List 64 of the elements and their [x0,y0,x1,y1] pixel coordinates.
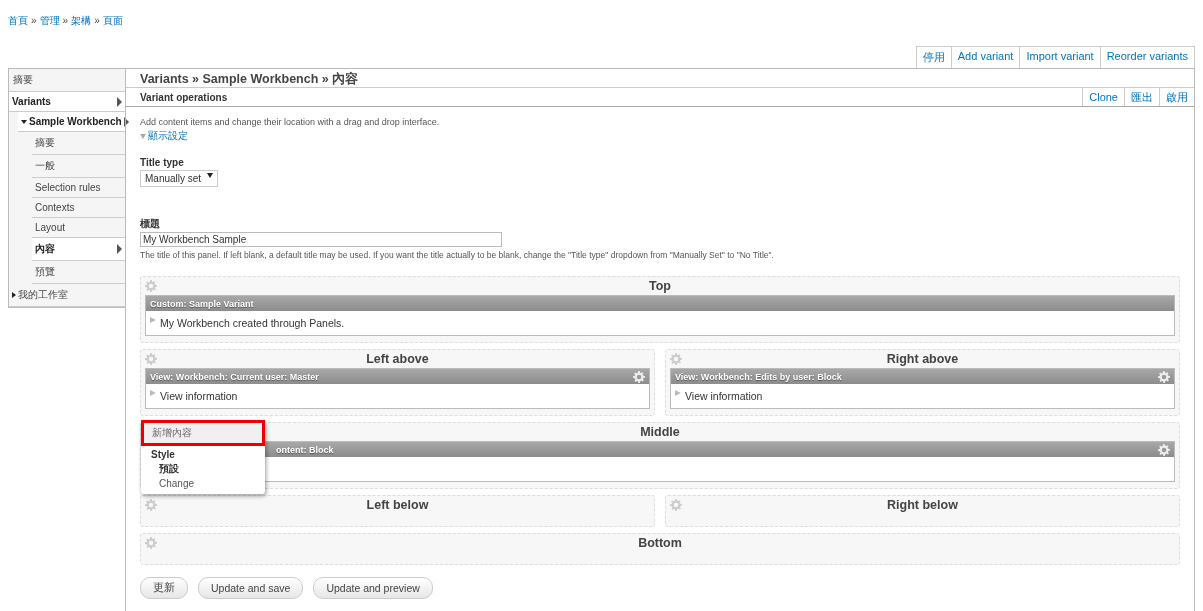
field-label: Title type [140,157,184,168]
form-button[interactable]: 更新 [140,577,188,599]
pane-title: View: Workbench: Current user: Master [150,371,319,382]
region-title: Top [649,279,671,293]
title-type-dropdown[interactable]: Manually set [140,170,219,187]
form-button[interactable]: Update and preview [313,577,433,599]
region-title: Left below [366,498,429,512]
expand-icon[interactable] [675,390,681,396]
gear-icon[interactable] [145,499,157,511]
action-tab[interactable]: Reorder variants [1099,46,1195,68]
pane-content: My Workbench created through Panels. [160,317,345,329]
menu-item[interactable]: 新增內容 [141,420,265,446]
pane-title: View: Workbench: Edits by user: Block [675,371,842,382]
expand-icon[interactable] [150,390,156,396]
sidebar-item[interactable]: 預覽 [32,261,125,284]
menu-item[interactable]: 預設 [141,461,265,477]
breadcrumb-separator: » [30,15,38,26]
action-link[interactable]: 啟用 [1159,88,1194,106]
arrow-icon [117,96,122,107]
gear-icon[interactable] [670,499,682,511]
field-label: 標題 [140,217,160,231]
sidebar-item[interactable]: 摘要 [32,132,125,155]
sidebar-item[interactable]: 我的工作室 [9,284,125,307]
action-link[interactable]: Clone [1082,88,1124,106]
pane-title: Custom: Sample Variant [150,298,254,309]
arrow-icon [117,244,122,254]
section-title: Variant operations [139,91,228,103]
breadcrumb-link[interactable]: 架構 [71,15,92,26]
menu-item[interactable]: Change [141,477,265,490]
action-tab[interactable]: 停用 [915,46,952,68]
description: Add content items and change their location with a drag and drop interface. [140,117,441,127]
breadcrumb-link[interactable]: 首頁 [8,15,28,26]
region-title: Middle [640,425,680,439]
gear-icon[interactable] [145,353,157,365]
page-title: Variants » Sample Workbench » 內容 [126,69,1194,88]
help-text: The title of this panel. If left blank, a default title may be used. If you want the title actually to be blank, change the "Title type" dropdown from "Manually Set" to "No Title". [140,250,775,260]
region-title: Bottom [638,536,682,550]
form-button[interactable]: Update and save [198,577,304,599]
region-title: Right above [886,352,959,366]
gear-icon[interactable] [1158,443,1170,456]
sidebar-item[interactable]: 內容 [32,238,125,261]
region-title: Left above [366,352,429,366]
display-settings-link[interactable]: 顯示設定 [140,130,188,143]
title-input-field[interactable]: My Workbench Sample [140,232,502,247]
action-link[interactable]: 匯出 [1124,88,1159,106]
gear-icon[interactable] [670,353,682,365]
sidebar-item[interactable]: Variants [9,92,125,112]
pane-content: View information [160,390,238,402]
breadcrumb-separator: » [93,15,101,26]
pane-title: ontent: Block [276,444,334,455]
gear-icon[interactable] [145,537,157,549]
gear-icon[interactable] [633,370,645,383]
arrow-icon [123,116,129,127]
breadcrumb-separator: » [61,15,70,26]
sidebar-item[interactable]: Selection rules [32,178,125,198]
breadcrumb-link[interactable]: 管理 [39,15,60,26]
pane-content: View information [685,390,763,402]
gear-icon[interactable] [1158,370,1170,383]
expand-icon[interactable] [150,317,156,323]
sidebar-item[interactable]: 一般 [32,155,125,178]
sidebar-item[interactable]: Contexts [32,198,125,218]
breadcrumb-link[interactable]: 頁面 [102,15,123,26]
region-title: Right below [887,498,958,512]
gear-icon[interactable] [145,280,157,292]
